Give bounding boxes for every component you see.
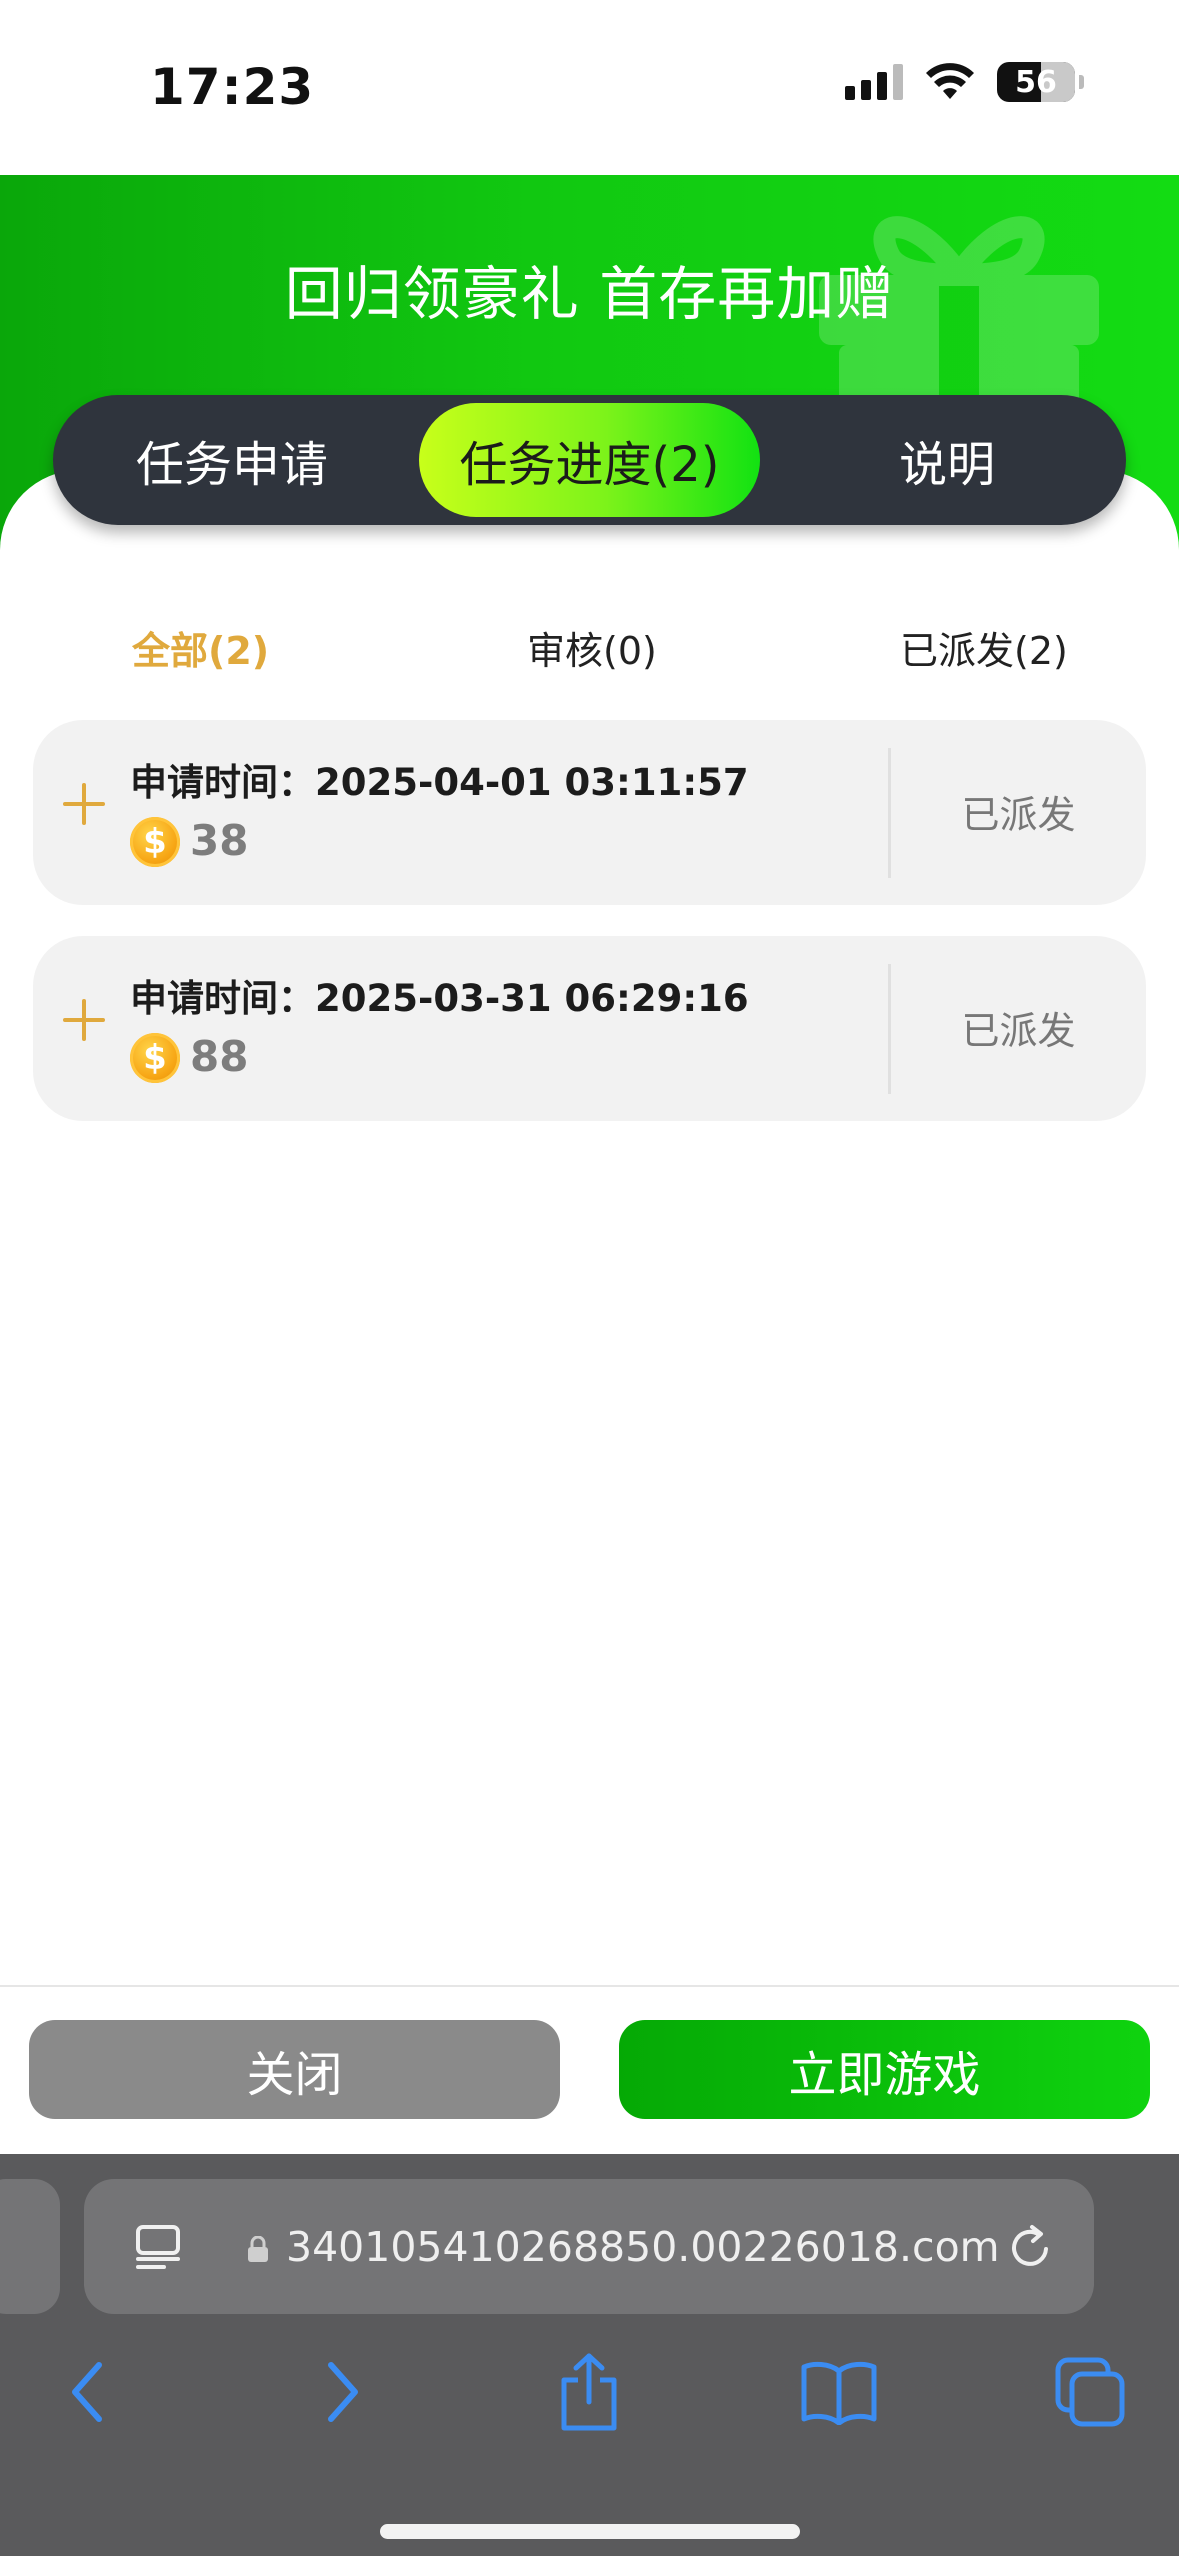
plus-icon[interactable] [55, 990, 115, 1050]
battery-icon: 56 [997, 62, 1075, 102]
share-button[interactable] [539, 2342, 639, 2442]
close-button[interactable]: 关闭 [29, 2020, 560, 2119]
previous-tab-peek[interactable] [0, 2179, 60, 2314]
record-card[interactable]: 申请时间：2025-03-31 06:29:16 $ 88 已派发 [33, 936, 1146, 1121]
reward-amount: 38 [190, 816, 249, 865]
wifi-icon [926, 63, 974, 99]
bookmarks-button[interactable] [789, 2342, 889, 2442]
browser-nav [0, 2342, 1179, 2442]
forward-button[interactable] [292, 2342, 392, 2442]
filter-dispatched[interactable]: 已派发(2) [900, 620, 1068, 675]
reload-icon[interactable] [1002, 2219, 1058, 2275]
tab-instructions[interactable]: 说明 [776, 403, 1118, 517]
tabs-icon [1055, 2357, 1125, 2427]
footer-divider [0, 1985, 1179, 1987]
tab-task-apply[interactable]: 任务申请 [61, 403, 403, 517]
bookmarks-icon [801, 2361, 877, 2425]
apply-time-value: 2025-04-01 03:11:57 [315, 761, 749, 804]
url-text[interactable]: 340105410268850.00226018.com [286, 2223, 1000, 2271]
status-filters: 全部(2) 审核(0) 已派发(2) [0, 620, 1179, 680]
address-bar[interactable]: 340105410268850.00226018.com [84, 2179, 1094, 2314]
tab-bar: 任务申请 任务进度(2) 说明 [53, 395, 1126, 525]
reward-amount: 88 [190, 1032, 249, 1081]
record-status: 已派发 [961, 793, 1076, 837]
play-now-button[interactable]: 立即游戏 [619, 2020, 1150, 2119]
status-time: 17:23 [150, 58, 315, 116]
filter-all[interactable]: 全部(2) [132, 620, 269, 675]
signal-icon [845, 64, 903, 100]
filter-review[interactable]: 审核(0) [527, 620, 657, 675]
home-indicator [380, 2524, 800, 2539]
record-card[interactable]: 申请时间：2025-04-01 03:11:57 $ 38 已派发 [33, 720, 1146, 905]
apply-time-value: 2025-03-31 06:29:16 [315, 977, 749, 1020]
share-icon [561, 2353, 617, 2431]
coin-icon: $ [130, 817, 180, 867]
apply-time-label: 申请时间： [130, 977, 315, 1020]
page-title: 回归领豪礼 首存再加赠 [284, 260, 895, 328]
battery-level: 56 [1015, 64, 1057, 100]
plus-icon[interactable] [55, 774, 115, 834]
apply-time-label: 申请时间： [130, 761, 315, 804]
lock-icon [248, 2236, 268, 2262]
back-button[interactable] [38, 2342, 138, 2442]
apply-time: 申请时间：2025-03-31 06:29:16 [130, 968, 749, 1022]
apply-time: 申请时间：2025-04-01 03:11:57 [130, 752, 749, 806]
coin-icon: $ [130, 1033, 180, 1083]
tabs-button[interactable] [1040, 2342, 1140, 2442]
forward-icon [328, 2362, 358, 2422]
status-bar: 17:23 56 [0, 0, 1179, 175]
status-indicators: 56 [845, 62, 1084, 102]
back-icon [72, 2362, 102, 2422]
tab-task-progress[interactable]: 任务进度(2) [418, 403, 761, 517]
browser-toolbar: 340105410268850.00226018.com [0, 2154, 1179, 2556]
record-status: 已派发 [961, 1009, 1076, 1053]
tab-overview-icon[interactable] [134, 2223, 182, 2271]
